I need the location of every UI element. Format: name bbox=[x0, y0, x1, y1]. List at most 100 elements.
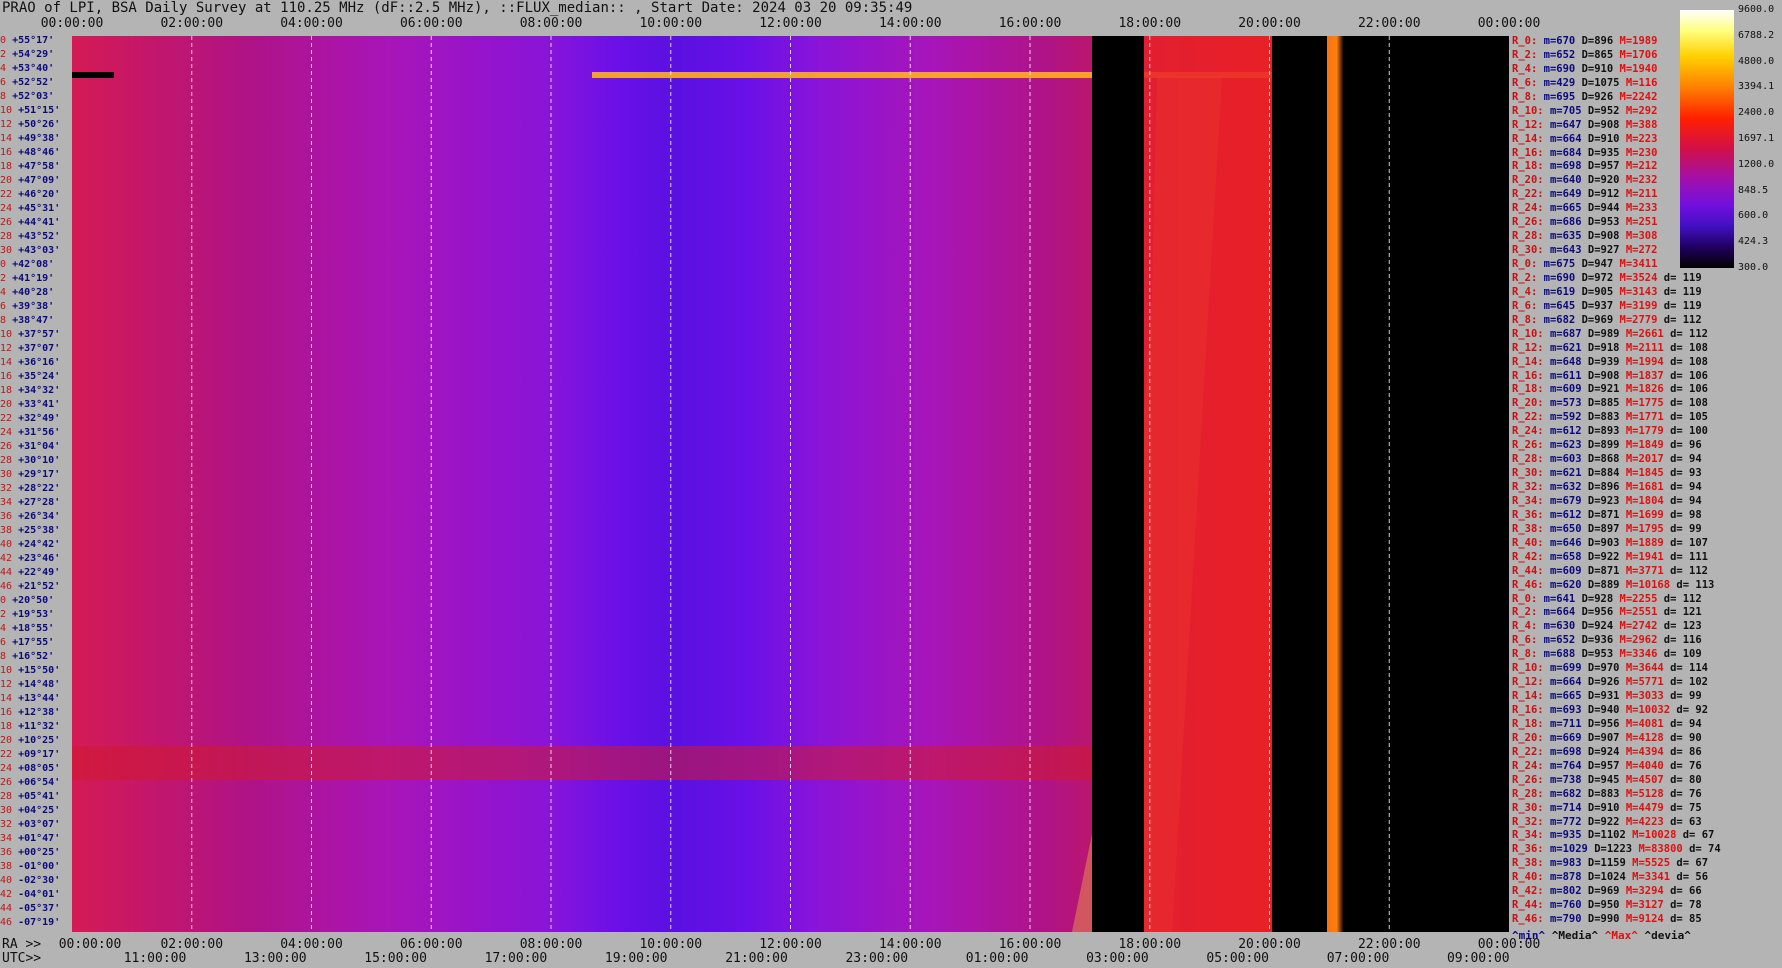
stats-deviation: d= 119 bbox=[1663, 299, 1702, 312]
stats-beam: R_30: bbox=[1512, 467, 1544, 480]
dec-index: 44 bbox=[0, 567, 13, 578]
stats-row: R_28: m=682 D=883 M=5128 d= 76 bbox=[1512, 788, 1702, 800]
stats-beam: R_8: bbox=[1512, 313, 1538, 326]
dec-value: +25°38' bbox=[18, 525, 61, 536]
colorbar-tick: 300.0 bbox=[1738, 262, 1769, 273]
heatmap-overlay bbox=[72, 36, 1390, 932]
stats-max: M=5525 bbox=[1632, 857, 1671, 870]
top-time-tick: 06:00:00 bbox=[399, 16, 463, 31]
stats-max: M=1989 bbox=[1619, 35, 1658, 47]
stats-median: D=956 bbox=[1587, 717, 1620, 730]
stats-row: R_30: m=643 D=927 M=272 bbox=[1512, 245, 1657, 256]
dec-index: 40 bbox=[0, 875, 13, 886]
stats-median: D=905 bbox=[1581, 285, 1614, 298]
dec-index: 8 bbox=[0, 651, 7, 662]
stats-deviation: d= 100 bbox=[1670, 425, 1709, 438]
dec-index: 10 bbox=[0, 329, 13, 340]
colorbar-tick: 848.5 bbox=[1738, 184, 1769, 196]
dec-value: +45°31' bbox=[18, 203, 61, 214]
stats-deviation: d= 112 bbox=[1670, 564, 1709, 577]
dec-value: +43°03' bbox=[18, 245, 61, 256]
stats-row: R_14: m=648 D=939 M=1994 d= 108 bbox=[1512, 356, 1708, 368]
legend-deviation: ^devia^ bbox=[1644, 929, 1691, 942]
stats-deviation: d= 66 bbox=[1670, 885, 1702, 898]
stats-median: D=990 bbox=[1587, 913, 1620, 926]
stats-row: R_4: m=690 D=910 M=1940 bbox=[1512, 63, 1657, 75]
stats-max: M=1699 bbox=[1625, 508, 1664, 521]
ra-time-tick: 22:00:00 bbox=[1357, 937, 1421, 952]
stats-min: m=429 bbox=[1543, 76, 1576, 89]
stats-beam: R_40: bbox=[1512, 536, 1544, 549]
stats-median: D=927 bbox=[1587, 244, 1620, 257]
stats-row: R_44: m=760 D=950 M=3127 d= 78 bbox=[1512, 900, 1702, 911]
stats-row: R_2: m=690 D=972 M=3524 d= 119 bbox=[1512, 271, 1702, 284]
stats-median: D=924 bbox=[1581, 620, 1614, 633]
stats-deviation: d= 108 bbox=[1670, 341, 1709, 354]
dec-label: 14 +36°16' bbox=[0, 358, 60, 368]
utc-time-tick: 01:00:00 bbox=[965, 951, 1029, 966]
colorbar-tick: 1200.0 bbox=[1738, 158, 1775, 170]
dec-value: +01°47' bbox=[18, 833, 61, 844]
stats-min: m=690 bbox=[1543, 271, 1576, 284]
stats-max: M=2779 bbox=[1619, 313, 1658, 326]
stats-row: R_22: m=698 D=924 M=4394 d= 86 bbox=[1512, 746, 1702, 758]
stats-deviation: d= 94 bbox=[1670, 453, 1702, 466]
dec-index: 14 bbox=[0, 133, 13, 144]
stats-max: M=1941 bbox=[1625, 550, 1664, 563]
dec-index: 2 bbox=[0, 273, 7, 284]
dec-label: 0 +55°17' bbox=[0, 36, 54, 46]
stats-deviation: d= 90 bbox=[1670, 731, 1702, 744]
dec-value: +52°52' bbox=[12, 77, 55, 88]
stats-median: D=928 bbox=[1581, 592, 1614, 605]
stats-deviation: d= 85 bbox=[1670, 913, 1702, 926]
utc-time-tick: 19:00:00 bbox=[604, 951, 668, 966]
stats-deviation: d= 67 bbox=[1682, 829, 1715, 842]
dec-value: +47°58' bbox=[18, 161, 61, 172]
dec-index: 40 bbox=[0, 539, 13, 550]
top-time-tick: 12:00:00 bbox=[759, 16, 822, 31]
stats-max: M=1849 bbox=[1625, 439, 1664, 452]
stats-beam: R_0: bbox=[1512, 258, 1538, 270]
stats-row: R_40: m=646 D=903 M=1889 d= 107 bbox=[1512, 536, 1709, 549]
stats-row: R_46: m=620 D=889 M=10168 d= 113 bbox=[1512, 579, 1714, 591]
dec-index: 6 bbox=[0, 301, 7, 312]
stats-median: D=953 bbox=[1587, 216, 1620, 229]
stats-max: M=2111 bbox=[1625, 341, 1664, 354]
stats-max: M=232 bbox=[1625, 174, 1658, 187]
dec-index: 38 bbox=[0, 525, 13, 536]
top-time-tick: 14:00:00 bbox=[878, 16, 942, 31]
stats-row: R_28: m=603 D=868 M=2017 d= 94 bbox=[1512, 454, 1702, 465]
dec-index: 4 bbox=[0, 287, 7, 298]
stats-max: M=2255 bbox=[1619, 592, 1658, 605]
dec-label: 30 +43°03' bbox=[0, 246, 60, 256]
stats-row: R_6: m=645 D=937 M=3199 d= 119 bbox=[1512, 299, 1702, 312]
stats-min: m=688 bbox=[1543, 648, 1576, 661]
stats-min: m=802 bbox=[1549, 885, 1582, 898]
dec-label: 32 +03°07' bbox=[0, 820, 60, 830]
stats-beam: R_2: bbox=[1512, 271, 1538, 284]
stats-beam: R_6: bbox=[1512, 299, 1538, 312]
dec-index: 14 bbox=[0, 693, 13, 704]
stats-min: m=664 bbox=[1549, 132, 1582, 145]
stats-max: M=2242 bbox=[1619, 90, 1658, 103]
stats-deviation: d= 94 bbox=[1670, 494, 1702, 507]
dec-label: 40 -02°30' bbox=[0, 876, 60, 886]
dec-value: +54°29' bbox=[12, 49, 55, 60]
stats-min: m=764 bbox=[1549, 759, 1582, 772]
data-gap-column bbox=[1092, 36, 1144, 932]
dec-value: +40°28' bbox=[12, 287, 55, 298]
dec-value: -01°00' bbox=[18, 861, 61, 872]
stats-row: R_32: m=632 D=896 M=1681 d= 94 bbox=[1512, 482, 1702, 493]
stats-min: m=675 bbox=[1543, 258, 1576, 270]
stats-max: M=3294 bbox=[1625, 885, 1664, 898]
stats-deviation: d= 116 bbox=[1663, 634, 1702, 647]
stats-min: m=679 bbox=[1549, 494, 1582, 507]
stats-median: D=931 bbox=[1587, 690, 1620, 703]
stats-min: m=650 bbox=[1549, 522, 1582, 535]
stats-deviation: d= 107 bbox=[1670, 536, 1709, 549]
stats-max: M=1889 bbox=[1625, 536, 1664, 549]
stats-row: R_2: m=664 D=956 M=2551 d= 121 bbox=[1512, 607, 1702, 618]
ra-time-axis: 00:00:00 02:00:00 04:00:00 06:00:00 08:00:00… bbox=[0, 937, 1541, 952]
dec-label: 34 +01°47' bbox=[0, 834, 60, 844]
dec-label: 4 +18°55' bbox=[0, 624, 54, 634]
